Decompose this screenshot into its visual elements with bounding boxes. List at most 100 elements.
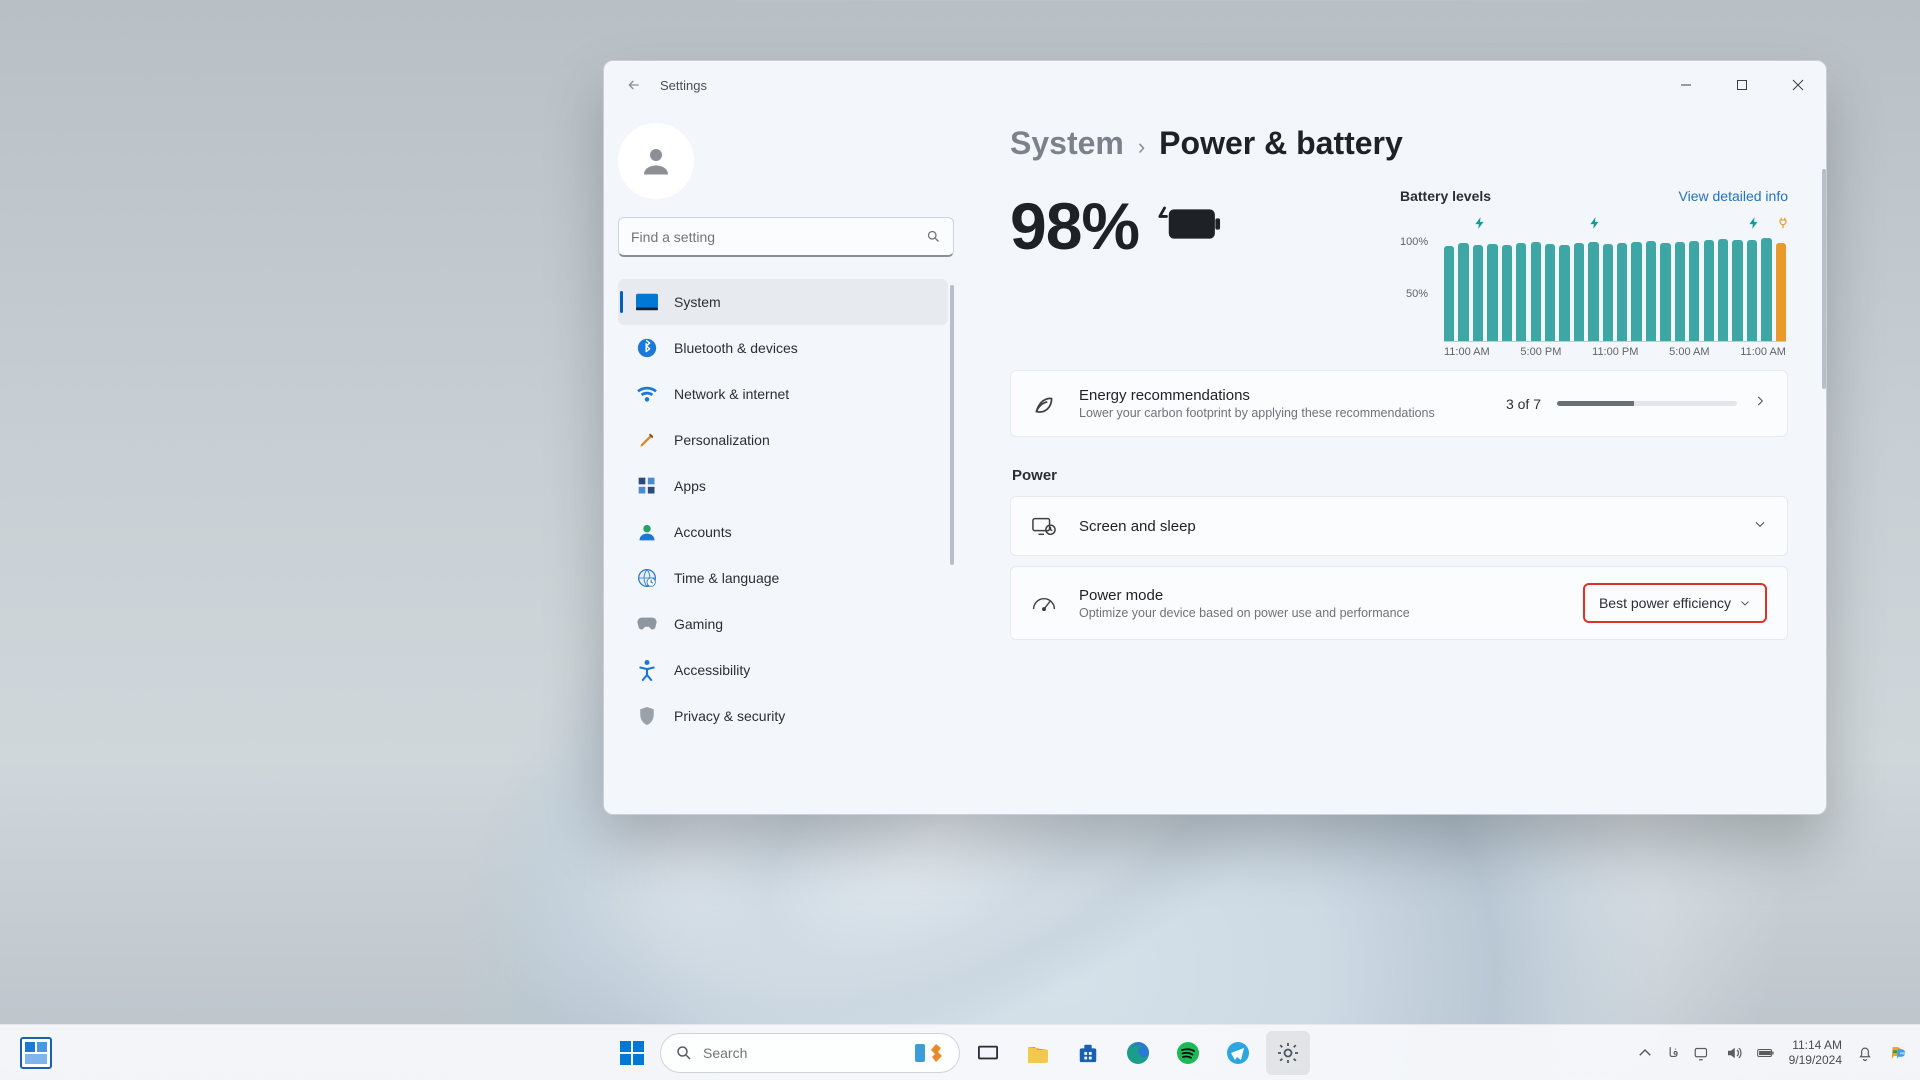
screen-sleep-icon — [1031, 513, 1057, 539]
sidebar-item-accounts[interactable]: Accounts — [618, 509, 948, 555]
paintbrush-icon — [636, 429, 658, 451]
tray-notifications-icon[interactable] — [1856, 1044, 1874, 1062]
accessibility-icon — [636, 659, 658, 681]
sidebar-item-label: Bluetooth & devices — [674, 340, 798, 356]
energy-progress — [1557, 401, 1737, 406]
power-mode-sub: Optimize your device based on power use … — [1079, 606, 1561, 620]
screen-and-sleep-card[interactable]: Screen and sleep — [1010, 496, 1788, 556]
tray-copilot-icon[interactable]: PRE — [1888, 1044, 1906, 1062]
widgets-button[interactable] — [14, 1031, 58, 1075]
user-avatar[interactable] — [618, 123, 694, 199]
chart-x-ticks: 11:00 AM 5:00 PM 11:00 PM 5:00 AM 11:00 … — [1444, 346, 1786, 364]
close-button[interactable] — [1770, 61, 1826, 109]
battery-chart: Battery levels View detailed info 100% 5… — [1400, 188, 1818, 364]
sidebar-item-bluetooth[interactable]: Bluetooth & devices — [618, 325, 948, 371]
search-promo-icon — [909, 1040, 945, 1066]
sidebar-item-privacy[interactable]: Privacy & security — [618, 693, 948, 739]
tray-battery-icon[interactable] — [1757, 1044, 1775, 1062]
system-icon — [636, 291, 658, 313]
wifi-icon — [636, 383, 658, 405]
maximize-button[interactable] — [1714, 61, 1770, 109]
sidebar-item-label: Gaming — [674, 616, 723, 632]
sidebar-item-label: Personalization — [674, 432, 770, 448]
tray-time: 11:14 AM — [1789, 1038, 1842, 1053]
sidebar-item-label: Time & language — [674, 570, 779, 586]
chart-bars — [1444, 238, 1786, 342]
back-button[interactable] — [614, 65, 654, 105]
energy-title: Energy recommendations — [1079, 387, 1484, 404]
energy-sub: Lower your carbon footprint by applying … — [1079, 406, 1484, 420]
taskbar: فا 11:14 AM 9/19/2024 PRE — [0, 1024, 1920, 1080]
section-header-power: Power — [1012, 467, 1818, 484]
spotify-button[interactable] — [1166, 1031, 1210, 1075]
sidebar-item-system[interactable]: System — [618, 279, 948, 325]
find-setting-input[interactable] — [631, 229, 926, 245]
sidebar-item-personalization[interactable]: Personalization — [618, 417, 948, 463]
sidebar-item-gaming[interactable]: Gaming — [618, 601, 948, 647]
sidebar-item-apps[interactable]: Apps — [618, 463, 948, 509]
chevron-down-icon — [1753, 517, 1767, 536]
sidebar-item-time-language[interactable]: Time & language — [618, 555, 948, 601]
tray-overflow-chevron[interactable] — [1636, 1044, 1654, 1062]
edge-button[interactable] — [1116, 1031, 1160, 1075]
sidebar-item-label: Accessibility — [674, 662, 750, 678]
ms-store-button[interactable] — [1066, 1031, 1110, 1075]
svg-text:PRE: PRE — [1900, 1051, 1906, 1055]
breadcrumb: System › Power & battery — [1010, 125, 1818, 162]
energy-count: 3 of 7 — [1506, 396, 1541, 412]
energy-recommendations-card[interactable]: Energy recommendations Lower your carbon… — [1010, 370, 1788, 437]
tray-volume-icon[interactable] — [1725, 1044, 1743, 1062]
tray-date: 9/19/2024 — [1789, 1053, 1842, 1068]
minimize-button[interactable] — [1658, 61, 1714, 109]
sidebar-item-label: Privacy & security — [674, 708, 785, 724]
leaf-icon — [1031, 391, 1057, 417]
sidebar-item-label: Network & internet — [674, 386, 789, 402]
breadcrumb-parent[interactable]: System — [1010, 125, 1124, 162]
power-mode-title: Power mode — [1079, 587, 1561, 604]
settings-window: Settings System B — [603, 60, 1827, 815]
find-setting-box[interactable] — [618, 217, 954, 257]
power-mode-value: Best power efficiency — [1599, 595, 1731, 611]
tray-clock[interactable]: 11:14 AM 9/19/2024 — [1789, 1038, 1842, 1068]
search-icon — [675, 1044, 693, 1062]
screen-sleep-title: Screen and sleep — [1079, 518, 1731, 535]
chevron-down-icon — [1739, 597, 1751, 609]
sidebar-item-accessibility[interactable]: Accessibility — [618, 647, 948, 693]
chevron-right-icon — [1753, 394, 1767, 413]
sidebar-item-network[interactable]: Network & internet — [618, 371, 948, 417]
taskbar-search[interactable] — [660, 1033, 960, 1073]
time-language-icon — [636, 567, 658, 589]
sidebar-item-label: Accounts — [674, 524, 732, 540]
start-button[interactable] — [610, 1031, 654, 1075]
y-tick-100: 100% — [1400, 236, 1428, 248]
window-title: Settings — [660, 78, 707, 93]
apps-icon — [636, 475, 658, 497]
page-title: Power & battery — [1159, 125, 1403, 162]
power-mode-dropdown[interactable]: Best power efficiency — [1583, 583, 1767, 623]
y-tick-50: 50% — [1406, 288, 1428, 300]
power-mode-icon — [1031, 590, 1057, 616]
shield-icon — [636, 705, 658, 727]
battery-charging-icon — [1157, 204, 1221, 249]
bluetooth-icon — [636, 337, 658, 359]
content-area: System › Power & battery 98% Battery lev… — [966, 109, 1826, 814]
sidebar-nav: System Bluetooth & devices Network & int… — [618, 279, 954, 814]
telegram-button[interactable] — [1216, 1031, 1260, 1075]
titlebar: Settings — [604, 61, 1826, 109]
chart-title: Battery levels — [1400, 188, 1491, 204]
tray-language[interactable]: فا — [1668, 1045, 1678, 1061]
task-view-button[interactable] — [966, 1031, 1010, 1075]
taskbar-search-input[interactable] — [703, 1045, 899, 1061]
sidebar-item-label: Apps — [674, 478, 706, 494]
content-scrollbar[interactable] — [1822, 169, 1826, 389]
search-icon — [926, 229, 941, 244]
battery-percent-value: 98% — [1010, 188, 1139, 264]
gamepad-icon — [636, 613, 658, 635]
chevron-right-icon: › — [1138, 134, 1145, 160]
view-detailed-link[interactable]: View detailed info — [1679, 188, 1788, 204]
sidebar-item-label: System — [674, 294, 721, 310]
file-explorer-button[interactable] — [1016, 1031, 1060, 1075]
tray-network-icon[interactable] — [1693, 1044, 1711, 1062]
sidebar-scrollbar[interactable] — [950, 285, 954, 565]
settings-app-button[interactable] — [1266, 1031, 1310, 1075]
